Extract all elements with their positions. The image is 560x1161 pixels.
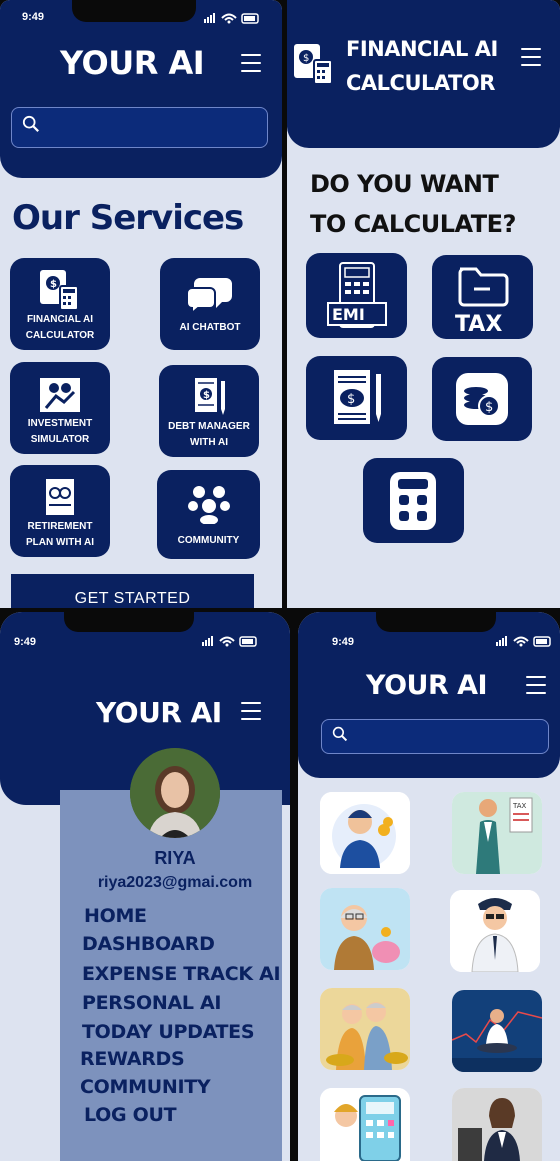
status-icons [202,11,262,28]
hamburger-menu-icon[interactable] [241,54,261,72]
hamburger-menu-icon[interactable] [526,676,546,694]
svg-text:$: $ [203,390,210,401]
emi-label: EMI [332,305,365,324]
hamburger-menu-icon[interactable] [521,48,541,66]
home-screen: 9:49 YOUR AI Our Services $ FINANCIAL AI… [0,0,282,608]
phone-notch [64,612,194,632]
svg-text:$: $ [347,392,355,407]
calculator-icon [390,472,436,530]
calculator-document-icon: $ [294,44,333,85]
investor-illustration [320,792,410,874]
signal-wifi-battery-icon [204,13,259,24]
svg-text:TAX: TAX [512,802,527,810]
image-tile-retired-couple[interactable] [320,988,410,1070]
hamburger-menu-icon[interactable] [241,702,261,720]
search-input[interactable] [11,107,268,148]
image-tile-investor[interactable] [320,792,410,874]
user-email: riya2023@gmai.com [97,874,253,891]
brand-title: YOUR AI [96,696,222,729]
tile-label: DEBT MANAGER WITH AI [168,421,250,448]
image-tile-tax-advisor[interactable]: TAX [452,792,542,874]
brand-title: YOUR AI [366,670,488,701]
image-tile-savings[interactable] [320,888,410,970]
calculator-worker-illustration [320,1088,410,1161]
signal-wifi-battery-icon [496,636,551,647]
tile-label: COMMUNITY [177,535,240,546]
tile-retirement-plan[interactable]: RETIREMENT PLAN WITH AI [10,465,110,557]
tile-label: RETIREMENT PLAN WITH AI [26,521,94,548]
meditation-illustration [452,990,542,1072]
tax-calculator-button[interactable]: TAX [432,255,533,339]
debt-document-icon: $ [334,370,381,424]
tile-community[interactable]: COMMUNITY [157,470,260,559]
search-icon [332,726,348,742]
calculate-question: DO YOU WANT TO CALCULATE? [310,164,516,244]
officer-illustration [450,890,540,972]
tax-label: TAX [455,312,502,335]
tile-investment-simulator[interactable]: INVESTMENT SIMULATOR [10,362,110,454]
get-started-button[interactable]: GET STARTED [11,574,254,608]
calculator-document-icon: $ [40,270,79,311]
search-icon [22,115,39,132]
emi-calculator-button[interactable]: EMI [306,253,407,338]
status-time: 9:49 [332,636,355,648]
status-icons [494,634,554,651]
signal-wifi-battery-icon [202,636,257,647]
debt-document-button[interactable]: $ [306,356,407,440]
businesswoman-illustration [452,1088,542,1161]
menu-item-today-updates[interactable]: TODAY UPDATES [82,1021,255,1043]
retired-couple-illustration [320,988,410,1070]
question-line2: TO CALCULATE? [310,210,516,238]
calculator-title-line2: CALCULATOR [346,71,495,95]
debt-document-icon: $ [195,378,225,415]
tile-label: FINANCIAL AI CALCULATOR [25,314,95,341]
coins-icon: $ [456,373,508,425]
retirement-icon [46,479,74,515]
search-input[interactable] [321,719,549,754]
image-tile-meditation[interactable] [452,990,542,1072]
tax-advisor-illustration: TAX [452,792,542,874]
brand-title: YOUR AI [60,44,205,82]
image-tile-officer[interactable] [450,890,540,972]
svg-text:$: $ [50,279,57,290]
menu-item-dashboard[interactable]: DASHBOARD [82,933,215,955]
status-time: 9:49 [14,636,37,648]
image-tile-calculator-worker[interactable] [320,1088,410,1161]
tile-financial-ai-calculator[interactable]: $ FINANCIAL AI CALCULATOR [10,258,110,350]
svg-text:$: $ [485,400,493,415]
calculator-title: FINANCIAL AI CALCULATOR [346,32,498,100]
chat-bubbles-icon [186,278,232,314]
emi-calculator-icon: EMI [327,262,387,328]
coins-button[interactable]: $ [432,357,532,441]
calculator-title-line1: FINANCIAL AI [346,37,498,61]
menu-item-community[interactable]: COMMUNITY [80,1076,211,1098]
question-line1: DO YOU WANT [310,170,499,198]
user-name: RIYA [154,848,196,868]
tile-label: AI CHATBOT [179,322,241,333]
user-avatar[interactable] [130,748,220,838]
svg-text:$: $ [303,53,309,64]
tile-label: INVESTMENT SIMULATOR [27,418,93,445]
menu-item-home[interactable]: HOME [84,905,147,927]
menu-item-expense-track-ai[interactable]: EXPENSE TRACK AI [82,963,281,985]
avatar-photo [130,748,220,838]
menu-item-rewards[interactable]: REWARDS [80,1048,185,1070]
community-icon [187,486,230,524]
services-title: Our Services [12,198,244,238]
tile-debt-manager[interactable]: $ DEBT MANAGER WITH AI [159,365,259,457]
menu-item-log-out[interactable]: LOG OUT [84,1104,177,1126]
gallery-screen: 9:49 YOUR AI [298,612,560,1161]
image-tile-businesswoman[interactable] [452,1088,542,1161]
tax-folder-icon: TAX [455,267,509,335]
phone-notch [72,0,196,22]
tile-ai-chatbot[interactable]: AI CHATBOT [160,258,260,350]
savings-illustration [320,888,410,970]
menu-item-personal-ai[interactable]: PERSONAL AI [82,992,221,1014]
status-icons [200,634,260,651]
phone-notch [376,612,496,632]
basic-calculator-button[interactable] [363,458,464,543]
status-time: 9:49 [22,11,45,23]
investment-icon [40,378,80,412]
